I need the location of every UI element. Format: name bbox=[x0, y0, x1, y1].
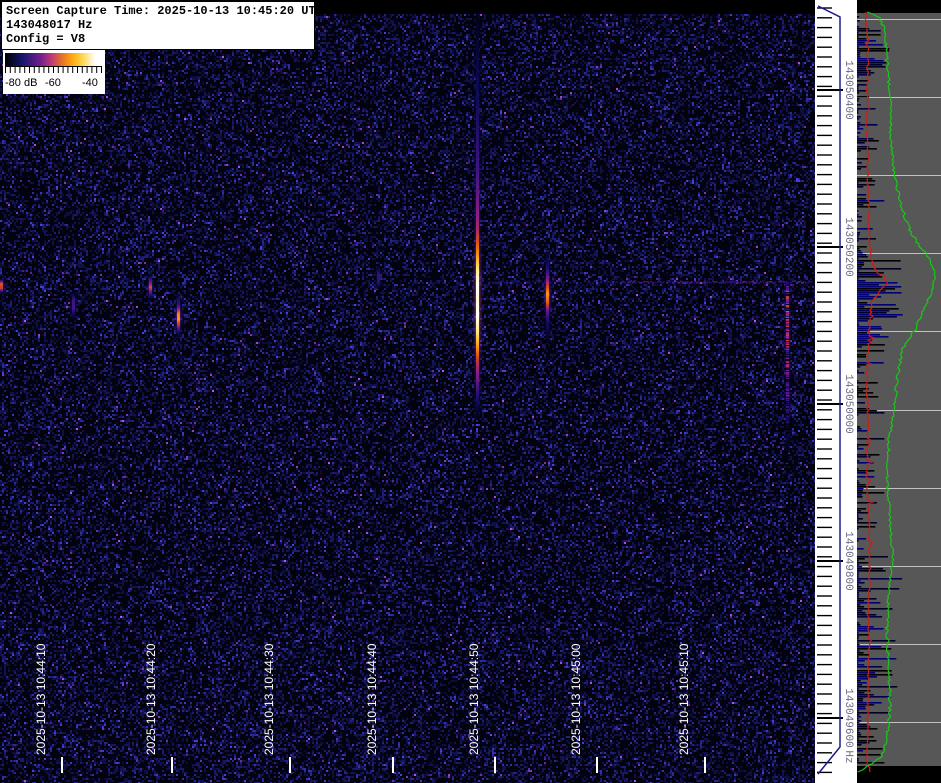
center-frequency-text: 143048017 Hz bbox=[6, 18, 310, 32]
frequency-unit-label: Hz bbox=[842, 750, 854, 763]
waterfall-display[interactable] bbox=[0, 0, 815, 783]
capture-info-box: Screen Capture Time: 2025-10-13 10:45:20… bbox=[1, 1, 315, 50]
time-tick bbox=[596, 757, 598, 773]
legend-db-label: -80 dB bbox=[5, 77, 37, 89]
spectrum-lab-window: 2025-10-13 10:44:10 2025-10-13 10:44:20 20… bbox=[0, 0, 941, 783]
time-label: 2025-10-13 10:44:50 bbox=[467, 644, 481, 755]
spectrum-graph-panel[interactable] bbox=[857, 0, 941, 783]
time-label: 2025-10-13 10:44:10 bbox=[34, 644, 48, 755]
time-tick bbox=[392, 757, 394, 773]
legend-db-label: -40 bbox=[82, 77, 98, 89]
time-label: 2025-10-13 10:44:20 bbox=[144, 644, 158, 755]
color-scale-gradient bbox=[5, 53, 102, 66]
frequency-tick-label: 143050000 bbox=[842, 374, 854, 433]
time-tick bbox=[289, 757, 291, 773]
capture-time-text: Screen Capture Time: 2025-10-13 10:45:20… bbox=[6, 4, 310, 18]
time-tick bbox=[61, 757, 63, 773]
config-text: Config = V8 bbox=[6, 32, 310, 46]
frequency-tick-label: 143050200 bbox=[842, 217, 854, 276]
color-scale-ticks bbox=[3, 66, 105, 76]
time-label: 2025-10-13 10:44:40 bbox=[365, 644, 379, 755]
legend-db-label: -60 bbox=[45, 77, 61, 89]
frequency-axis: 143050400 143050200 143050000 143049800 1430… bbox=[815, 0, 857, 783]
time-tick bbox=[494, 757, 496, 773]
color-scale-legend: -80 dB -60 -40 bbox=[3, 50, 105, 94]
time-label: 2025-10-13 10:45:10 bbox=[677, 644, 691, 755]
time-label: 2025-10-13 10:44:30 bbox=[262, 644, 276, 755]
frequency-tick-label: 143049800 bbox=[842, 531, 854, 590]
time-tick bbox=[704, 757, 706, 773]
time-tick bbox=[171, 757, 173, 773]
time-label: 2025-10-13 10:45:00 bbox=[569, 644, 583, 755]
frequency-tick-label: 143050400 bbox=[842, 60, 854, 119]
frequency-tick-label: 143049600 bbox=[842, 688, 854, 747]
